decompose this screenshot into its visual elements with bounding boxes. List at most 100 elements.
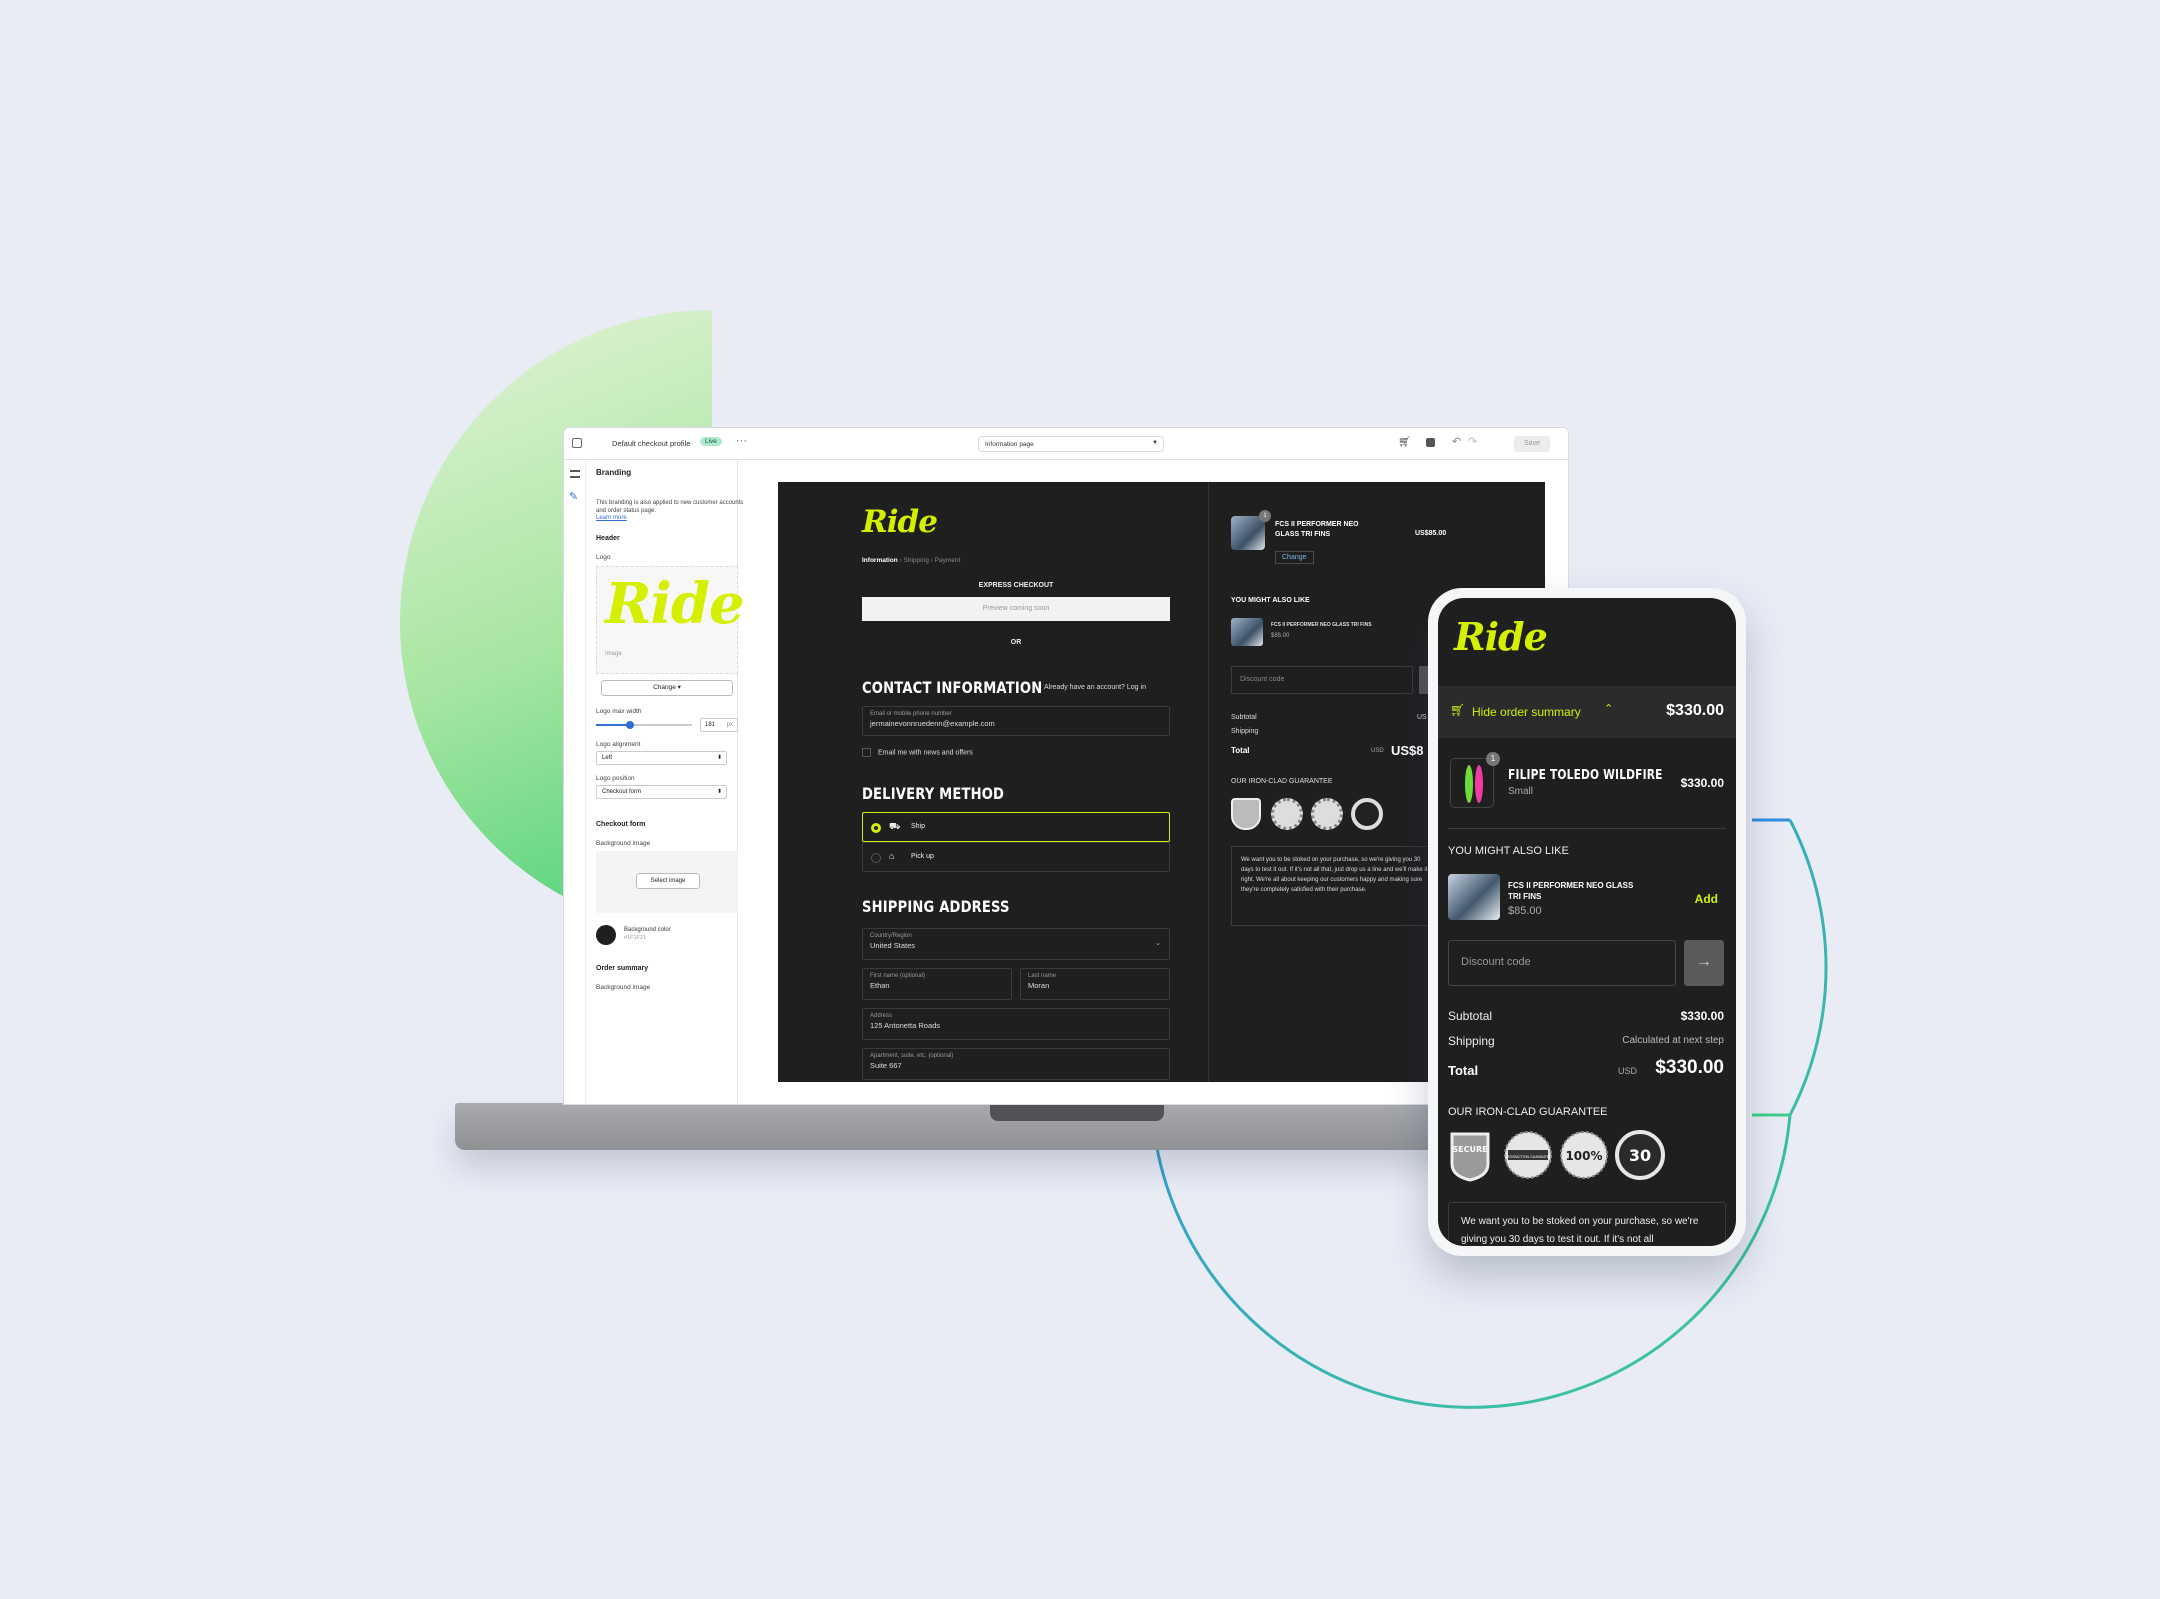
change-item-button[interactable]: Change (1275, 551, 1314, 564)
badge-satisfaction-text: SATISFACTION GUARANTEE (1505, 1155, 1551, 1159)
laptop-notch (990, 1103, 1164, 1121)
mobile-guarantee-badges: SECURE SATISFACTION GUARANTEE 100% 30 (1450, 1130, 1665, 1182)
summary-toggle-total: $330.00 (1666, 702, 1724, 719)
surfboard-pink (1475, 765, 1483, 803)
mobile-item-name: FILIPE TOLEDO WILDFIRE (1508, 768, 1663, 783)
delivery-title: DELIVERY METHOD (862, 784, 1005, 803)
laptop-screen: Default checkout profile Live ··· Inform… (563, 427, 1569, 1105)
delivery-option-ship[interactable]: ⛟ Ship (862, 812, 1170, 842)
sections-icon[interactable] (570, 470, 580, 478)
order-summary-label: Order summary (596, 965, 649, 972)
badge-secure-text: SECURE (1452, 1145, 1487, 1154)
upsell-name: FCS II PERFORMER NEO GLASS TRI FINS (1271, 622, 1372, 628)
logo-preview-text: Ride (605, 571, 745, 637)
settings-title: Branding (596, 468, 632, 477)
summary-item-name: FCS II PERFORMER NEO GLASS TRI FINS (1275, 521, 1359, 538)
mobile-device: Ride 🛒︎ Hide order summary ⌃ $330.00 1 F… (1428, 588, 1746, 1256)
page-select[interactable]: Information page ▼ (978, 436, 1164, 452)
mobile-shipping-value: Calculated at next step (1622, 1035, 1724, 1046)
news-opt-in[interactable]: Email me with news and offers (862, 748, 973, 757)
order-summary-toggle[interactable]: 🛒︎ Hide order summary ⌃ $330.00 (1438, 686, 1736, 738)
shipping-title: SHIPPING ADDRESS (862, 897, 1010, 916)
mobile-upsell-name: FCS II PERFORMER NEO GLASS TRI FINS (1508, 881, 1634, 901)
login-link[interactable]: Already have an account? Log in (1044, 684, 1146, 691)
logo-width-slider[interactable] (596, 721, 692, 729)
cart-icon[interactable]: 🛒︎ (1398, 437, 1411, 448)
money-back-badge-icon (1351, 798, 1383, 830)
mobile-total-label: Total (1448, 1063, 1479, 1078)
logo-width-input[interactable]: 181 px (700, 718, 738, 732)
mobile-item-variant: Small (1508, 786, 1534, 797)
first-name-field[interactable]: First name (optional) Ethan (862, 968, 1012, 1000)
express-checkout-button[interactable]: Preview coming soon (862, 597, 1170, 621)
background-color-swatch[interactable] (596, 925, 616, 945)
order-summary-bg-label: Background image (596, 984, 651, 991)
logo-caption: Image (605, 651, 622, 657)
select-image-button[interactable]: Select image (636, 873, 700, 889)
slider-handle[interactable] (626, 721, 634, 729)
more-icon[interactable]: ··· (736, 435, 747, 447)
brush-icon[interactable]: ✎ (569, 490, 578, 503)
mobile-item-thumb (1450, 758, 1494, 808)
shipping-label-desktop: Shipping (1231, 728, 1259, 735)
mobile-subtotal-value: $330.00 (1680, 1009, 1724, 1023)
mobile-guarantee-title: OUR IRON-CLAD GUARANTEE (1448, 1106, 1608, 1118)
contact-title: CONTACT INFORMATION (862, 678, 1043, 697)
radio-selected-icon (871, 823, 881, 833)
total-value-desktop: US$8 (1391, 743, 1424, 758)
arrow-right-icon: → (1696, 953, 1712, 970)
country-select[interactable]: Country/Region United States ⌄ (862, 928, 1170, 960)
redo-icon[interactable]: ↷ (1468, 435, 1477, 448)
mobile-add-button[interactable]: Add (1695, 892, 1718, 906)
logo-preview[interactable]: Ride Image (596, 566, 745, 674)
background-color-value: #1F1F21 (624, 935, 647, 941)
background-image-dropzone[interactable]: Select image (596, 851, 738, 913)
mobile-guarantee-text: We want you to be stoked on your purchas… (1448, 1202, 1726, 1246)
change-logo-button[interactable]: Change ▾ (601, 680, 733, 696)
summary-toggle-label: Hide order summary (1472, 705, 1581, 719)
delivery-option-pickup[interactable]: ⌂ Pick up (862, 842, 1170, 872)
mobile-discount-apply-button[interactable]: → (1684, 940, 1724, 986)
device-icon[interactable] (1426, 438, 1435, 447)
breadcrumb-information[interactable]: Information (862, 557, 898, 564)
news-checkbox[interactable] (862, 748, 871, 757)
discount-input-desktop[interactable]: Discount code (1231, 666, 1413, 694)
breadcrumb-payment[interactable]: Payment (935, 557, 961, 564)
save-button[interactable]: Save (1514, 436, 1550, 452)
mobile-item-qty: 1 (1486, 752, 1500, 766)
radio-icon (871, 853, 881, 863)
logo-alignment-select[interactable]: Left (596, 751, 727, 765)
badge-quality-text: 100% (1565, 1149, 1602, 1163)
address-field[interactable]: Address 125 Antonetta Roads (862, 1008, 1170, 1040)
money-back-badge-icon: 30 (1615, 1130, 1665, 1180)
secure-badge-icon (1231, 798, 1261, 830)
learn-more-link[interactable]: Learn more (596, 515, 727, 521)
breadcrumb: Information › Shipping › Payment (862, 557, 960, 564)
last-name-field[interactable]: Last name Moran (1020, 968, 1170, 1000)
background-image-label: Background image (596, 840, 651, 847)
truck-icon: ⛟ (889, 821, 901, 831)
breadcrumb-shipping[interactable]: Shipping (904, 557, 929, 564)
mobile-discount-input[interactable]: Discount code (1448, 940, 1676, 986)
chevron-up-icon: ⌃ (1604, 703, 1614, 715)
branding-settings-panel: Branding This branding is also applied t… (586, 460, 745, 1104)
undo-icon[interactable]: ↶ (1452, 435, 1461, 448)
logo-position-select[interactable]: Checkout form (596, 785, 727, 799)
subtotal-value-desktop: US (1417, 714, 1427, 721)
mobile-upsell-thumb (1448, 874, 1500, 920)
email-field[interactable]: Email or mobile phone number jermainevon… (862, 706, 1170, 736)
summary-item-thumb (1231, 516, 1265, 550)
logo-width-label: Logo max width (596, 708, 642, 715)
mobile-upsell-price: $85.00 (1508, 905, 1542, 917)
profile-name[interactable]: Default checkout profile (612, 439, 690, 448)
mobile-shipping-label: Shipping (1448, 1034, 1495, 1048)
logo-alignment-label: Logo alignment (596, 741, 641, 748)
upsell-price: $85.00 (1271, 633, 1290, 639)
apartment-field[interactable]: Apartment, suite, etc. (optional) Suite … (862, 1048, 1170, 1080)
checkout-logo: Ride (862, 504, 938, 540)
sidebar-toggle-icon[interactable] (572, 438, 582, 448)
cart-icon: 🛒︎ (1450, 703, 1466, 717)
upsell-thumb (1231, 618, 1263, 646)
divider (1448, 828, 1726, 829)
email-value: jermainevonnruedenn@example.com (870, 719, 995, 728)
